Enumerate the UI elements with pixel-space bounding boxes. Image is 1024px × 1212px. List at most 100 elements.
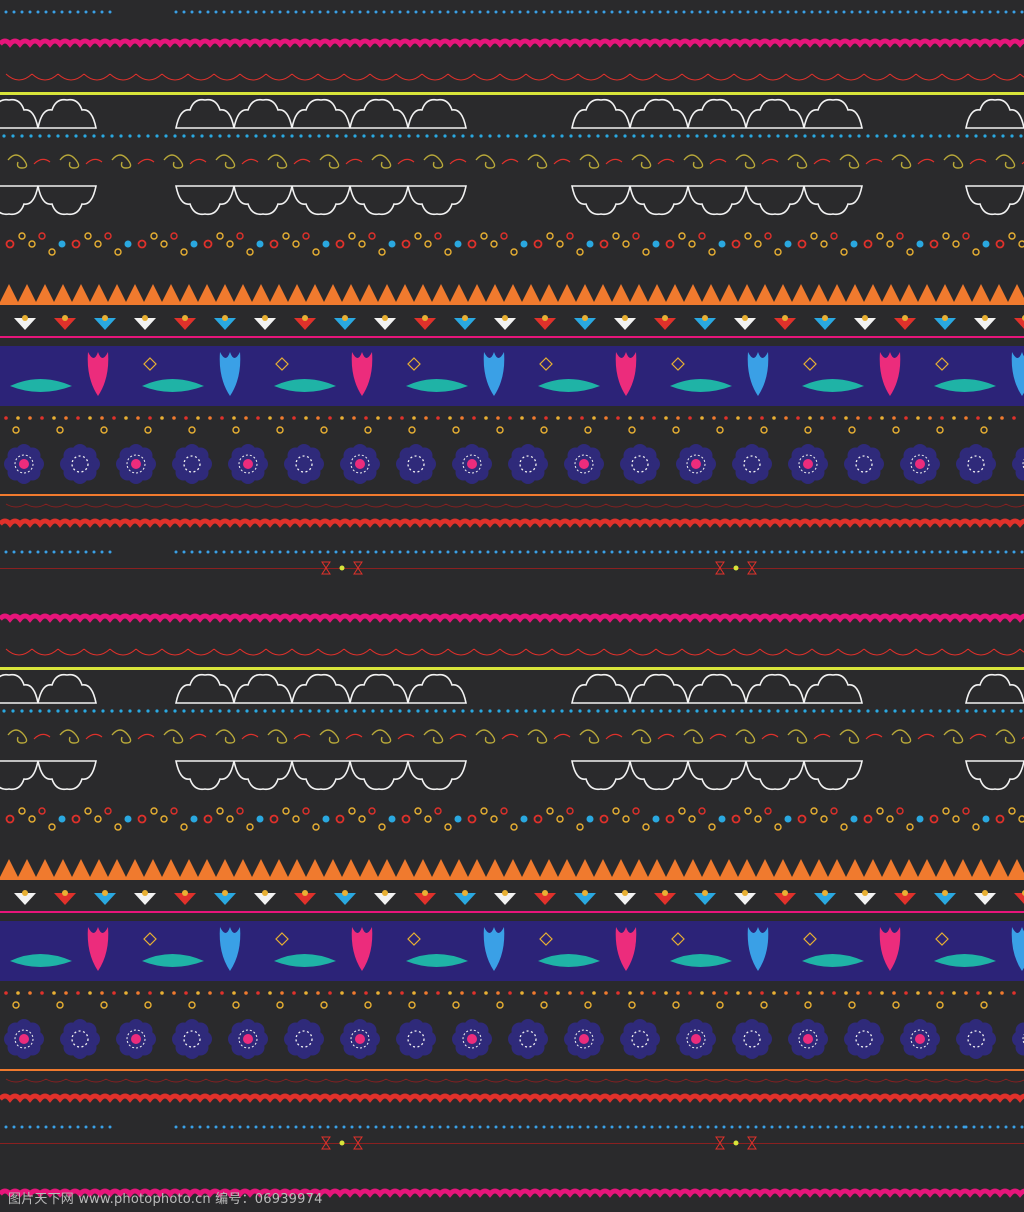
dot	[929, 134, 933, 138]
dot	[340, 416, 344, 420]
dot	[52, 416, 56, 420]
magenta-thin-line	[0, 911, 1024, 913]
dot	[342, 1125, 346, 1129]
dot	[1001, 134, 1005, 138]
dot	[20, 709, 24, 713]
dot	[380, 134, 384, 138]
dot	[954, 1125, 958, 1129]
dot	[658, 10, 662, 14]
dot	[254, 10, 258, 14]
dot	[770, 10, 774, 14]
dot	[196, 991, 200, 995]
dot	[1012, 10, 1016, 14]
dot	[328, 416, 332, 420]
dot	[262, 10, 266, 14]
dot	[350, 10, 354, 14]
dot-solid	[388, 240, 396, 248]
dot	[980, 1125, 984, 1129]
dot	[100, 991, 104, 995]
dot	[254, 709, 258, 713]
dot	[478, 10, 482, 14]
dot	[722, 550, 726, 554]
dot	[659, 709, 663, 713]
dot	[808, 416, 812, 420]
dot	[272, 709, 276, 713]
dot	[796, 416, 800, 420]
dot	[406, 10, 410, 14]
dot-solid	[784, 815, 792, 823]
dot	[874, 10, 878, 14]
dot	[736, 416, 740, 420]
dot	[470, 1125, 474, 1129]
dot	[382, 1125, 386, 1129]
dot	[302, 10, 306, 14]
dot	[515, 709, 519, 713]
dot	[866, 550, 870, 554]
dot	[890, 1125, 894, 1129]
dot	[290, 134, 294, 138]
dot	[911, 709, 915, 713]
dot	[839, 709, 843, 713]
dot	[623, 709, 627, 713]
dot	[659, 134, 663, 138]
dot	[884, 709, 888, 713]
dot	[904, 416, 908, 420]
dot	[191, 709, 195, 713]
dot	[515, 134, 519, 138]
dot	[534, 10, 538, 14]
dot	[542, 709, 546, 713]
dot	[810, 10, 814, 14]
dot	[602, 1125, 606, 1129]
orange-line	[0, 1069, 1024, 1071]
dot	[430, 550, 434, 554]
lotus-center	[342, 315, 348, 321]
dot	[812, 709, 816, 713]
dot	[706, 1125, 710, 1129]
dot	[722, 10, 726, 14]
dot	[148, 416, 152, 420]
dot	[44, 10, 48, 14]
dot	[520, 991, 524, 995]
dot	[738, 10, 742, 14]
dot	[299, 134, 303, 138]
dot	[486, 1125, 490, 1129]
dot	[890, 550, 894, 554]
dot	[270, 10, 274, 14]
dot	[326, 709, 330, 713]
dot	[246, 550, 250, 554]
dot	[454, 1125, 458, 1129]
dot	[524, 709, 528, 713]
dot	[956, 134, 960, 138]
dot	[938, 709, 942, 713]
dot	[220, 991, 224, 995]
dot	[772, 416, 776, 420]
dot	[208, 416, 212, 420]
dark-red-line	[0, 1143, 1024, 1144]
hourglass-dot	[733, 565, 739, 571]
dot	[92, 550, 96, 554]
dot	[698, 1125, 702, 1129]
dot	[568, 991, 572, 995]
dot	[160, 991, 164, 995]
dot	[222, 1125, 226, 1129]
magenta-scallop-row	[0, 38, 1024, 48]
dot	[438, 550, 442, 554]
dot	[508, 416, 512, 420]
dot	[920, 709, 924, 713]
dot	[206, 10, 210, 14]
dot	[550, 10, 554, 14]
dot	[704, 134, 708, 138]
dot	[286, 1125, 290, 1129]
dot	[502, 1125, 506, 1129]
dot	[214, 1125, 218, 1129]
dot	[64, 416, 68, 420]
dot	[677, 709, 681, 713]
dot	[353, 709, 357, 713]
dot	[112, 991, 116, 995]
dot	[84, 10, 88, 14]
dot	[227, 134, 231, 138]
dot	[1010, 134, 1014, 138]
dot	[875, 134, 879, 138]
lotus-center	[822, 890, 828, 896]
dot	[60, 1125, 64, 1129]
